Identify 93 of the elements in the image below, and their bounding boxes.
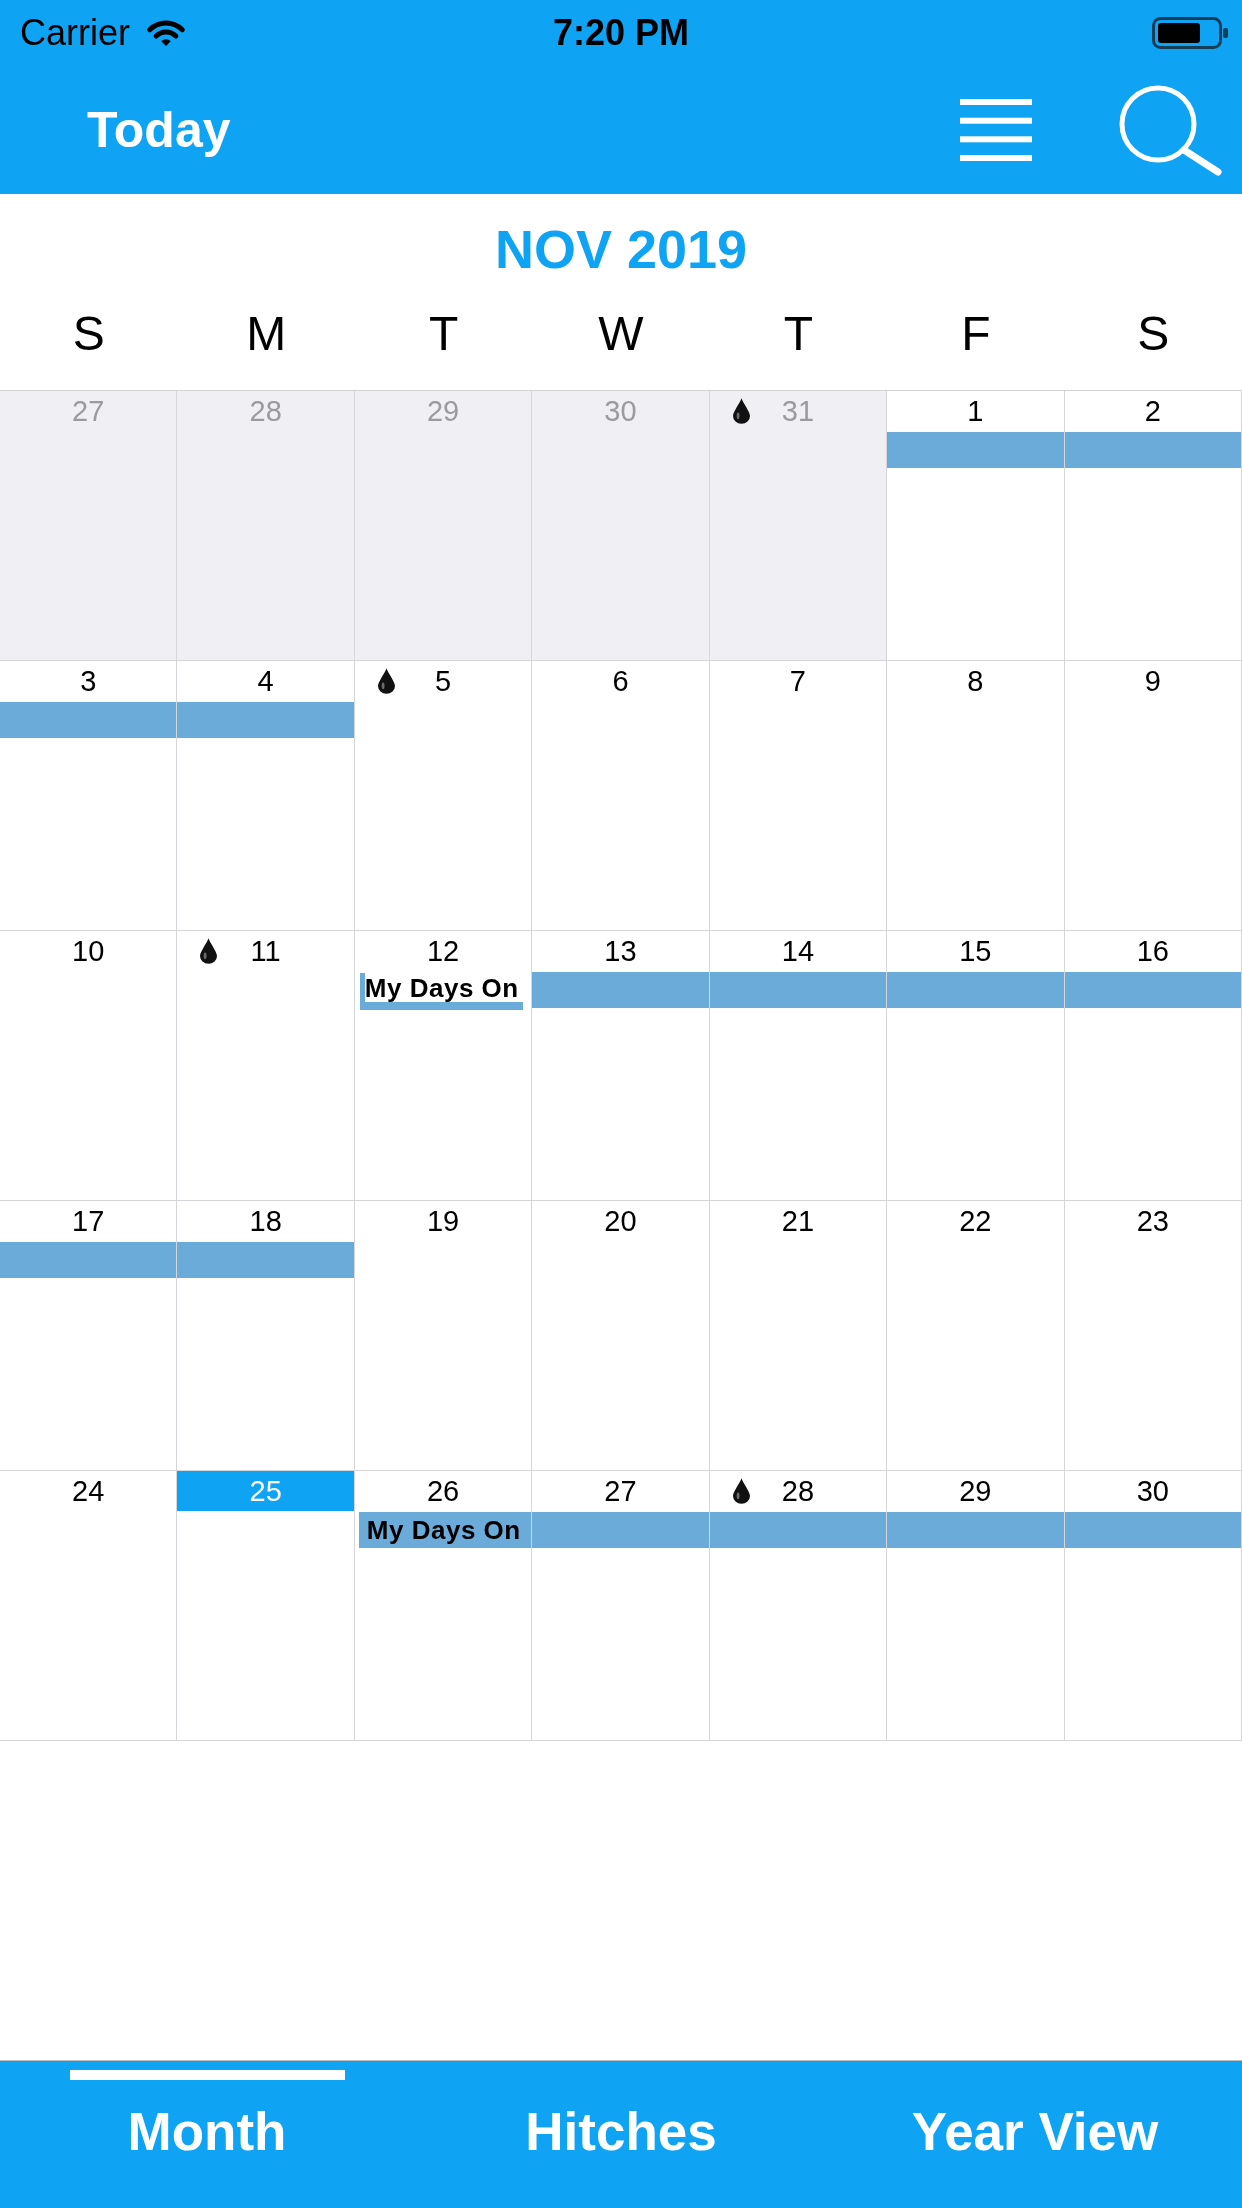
day-cell[interactable]: 1: [887, 391, 1065, 661]
day-number: 9: [1144, 666, 1161, 696]
day-cell[interactable]: 29: [887, 1471, 1065, 1741]
day-cell[interactable]: 30: [1064, 1471, 1242, 1741]
day-cell[interactable]: 10: [0, 931, 178, 1201]
day-cell[interactable]: 11: [177, 931, 355, 1201]
day-number: 22: [959, 1206, 992, 1236]
day-cell[interactable]: 28: [709, 1471, 888, 1741]
day-cell[interactable]: 6: [532, 661, 710, 931]
day-cell[interactable]: 4: [177, 661, 355, 931]
day-number: 20: [604, 1206, 637, 1236]
weekday-label: S: [72, 310, 105, 358]
day-number: 30: [1136, 1476, 1169, 1506]
day-cell[interactable]: 21: [709, 1201, 888, 1471]
day-number: 21: [781, 1206, 815, 1236]
day-number: 24: [72, 1476, 105, 1506]
day-number: 26: [426, 1476, 460, 1506]
day-cell[interactable]: 13: [532, 931, 710, 1201]
status-time: 7:20 PM: [552, 15, 690, 51]
day-number: 28: [249, 396, 282, 426]
day-number: 16: [1136, 936, 1169, 966]
weekday-label: T: [783, 310, 814, 358]
event-bar[interactable]: [1064, 1512, 1241, 1548]
event-bar[interactable]: [1064, 972, 1241, 1008]
day-cell[interactable]: 15: [887, 931, 1065, 1201]
day-number: 6: [612, 666, 629, 696]
day-cell[interactable]: 7: [709, 661, 888, 931]
day-number: 29: [426, 396, 460, 426]
day-cell[interactable]: 20: [532, 1201, 710, 1471]
event-bar[interactable]: [177, 702, 354, 738]
day-cell[interactable]: 18: [177, 1201, 355, 1471]
day-number: 23: [1136, 1206, 1169, 1236]
event-bar[interactable]: [887, 1512, 1064, 1548]
day-number: 28: [781, 1476, 815, 1506]
day-number: 25: [249, 1476, 282, 1506]
menu-icon[interactable]: [960, 99, 1032, 161]
wifi-icon: [146, 18, 186, 48]
event-bar[interactable]: [0, 702, 177, 738]
day-number: 10: [72, 936, 105, 966]
day-cell[interactable]: 23: [1064, 1201, 1242, 1471]
day-number: 12: [426, 936, 460, 966]
event-bar[interactable]: [0, 1242, 177, 1278]
event-bar[interactable]: [177, 1242, 354, 1278]
day-number: 14: [781, 936, 815, 966]
day-cell[interactable]: 16: [1064, 931, 1242, 1201]
day-number: 4: [257, 666, 274, 696]
day-cell[interactable]: 2: [1064, 391, 1242, 661]
event-bar[interactable]: [887, 432, 1064, 468]
event-bar[interactable]: [532, 1512, 709, 1548]
day-number: 1: [967, 396, 984, 426]
day-cell[interactable]: 26 My Days On: [354, 1471, 533, 1741]
day-number: 19: [426, 1206, 460, 1236]
weekday-label: W: [598, 310, 644, 358]
day-cell[interactable]: 9: [1064, 661, 1242, 931]
day-number: 7: [789, 666, 806, 696]
weekday-label: S: [1137, 310, 1170, 358]
day-number: 13: [604, 936, 637, 966]
event-bar[interactable]: [887, 972, 1064, 1008]
day-number: 8: [967, 666, 984, 696]
day-cell[interactable]: 19: [354, 1201, 533, 1471]
day-number: 17: [72, 1206, 105, 1236]
event-bar[interactable]: [709, 972, 887, 1008]
day-cell[interactable]: 12 My Days On: [354, 931, 533, 1201]
day-number: 15: [959, 936, 992, 966]
day-number: 30: [604, 396, 637, 426]
day-number: 31: [781, 396, 815, 426]
event-bar[interactable]: My Days On: [358, 1512, 532, 1548]
weekday-label: F: [961, 310, 991, 358]
day-cell[interactable]: 17: [0, 1201, 178, 1471]
carrier-label: Carrier: [20, 15, 130, 51]
day-cell[interactable]: 24: [0, 1471, 178, 1741]
day-number: 27: [72, 396, 105, 426]
day-cell[interactable]: 3: [0, 661, 178, 931]
day-number: 29: [959, 1476, 992, 1506]
day-number: 3: [80, 666, 97, 696]
day-cell[interactable]: 14: [709, 931, 888, 1201]
day-number: 27: [604, 1476, 637, 1506]
day-number: 2: [1144, 396, 1161, 426]
day-number: 18: [249, 1206, 282, 1236]
day-cell[interactable]: 27: [532, 1471, 710, 1741]
day-number: 11: [250, 936, 281, 966]
battery-icon: [1152, 17, 1228, 49]
weekday-label: M: [246, 310, 287, 358]
month-title: NOV 2019: [494, 222, 748, 276]
weekday-label: T: [428, 310, 459, 358]
day-cell[interactable]: 5: [354, 661, 533, 931]
event-bar[interactable]: [709, 1512, 887, 1548]
event-bar[interactable]: [532, 972, 709, 1008]
day-number: 5: [435, 666, 452, 696]
day-cell[interactable]: 8: [887, 661, 1065, 931]
day-cell[interactable]: 22: [887, 1201, 1065, 1471]
event-bar[interactable]: My Days On: [359, 973, 524, 1010]
event-bar[interactable]: [1064, 432, 1241, 468]
